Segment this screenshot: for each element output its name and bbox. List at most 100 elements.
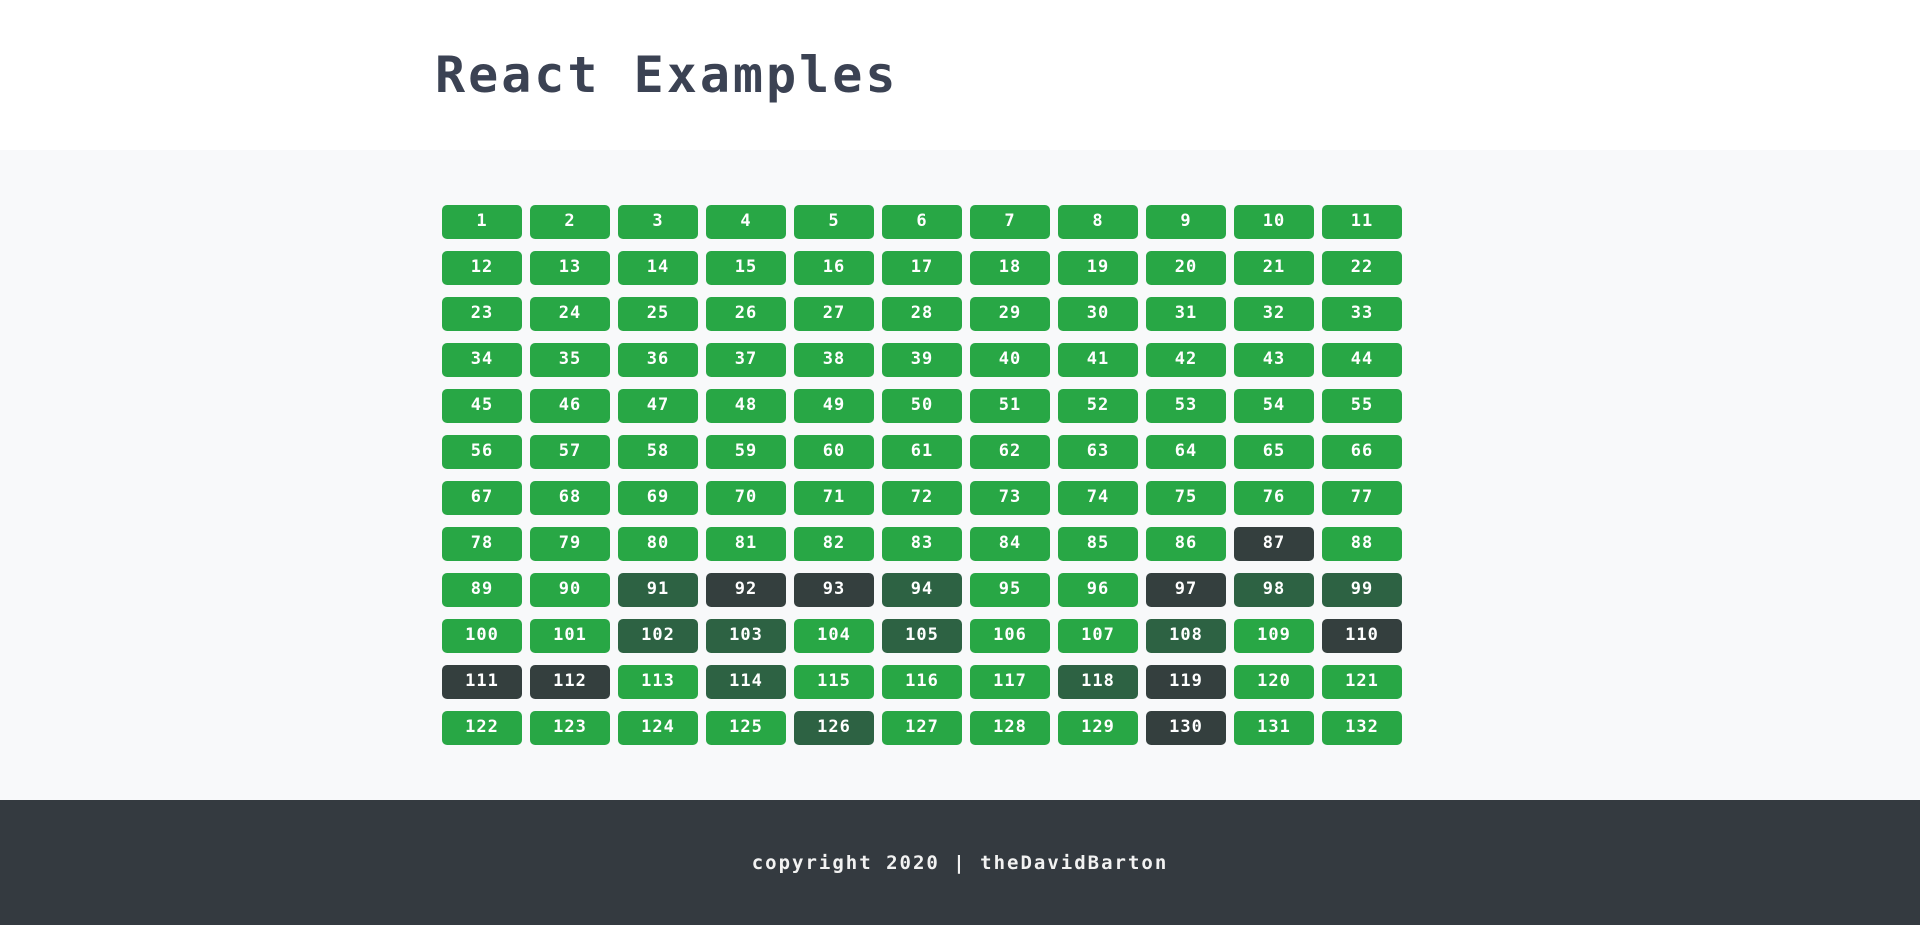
grid-cell[interactable]: 117 — [970, 665, 1050, 699]
grid-cell[interactable]: 80 — [618, 527, 698, 561]
grid-cell[interactable]: 87 — [1234, 527, 1314, 561]
grid-cell[interactable]: 13 — [530, 251, 610, 285]
grid-cell[interactable]: 121 — [1322, 665, 1402, 699]
grid-cell[interactable]: 9 — [1146, 205, 1226, 239]
grid-cell[interactable]: 54 — [1234, 389, 1314, 423]
grid-cell[interactable]: 131 — [1234, 711, 1314, 745]
grid-cell[interactable]: 36 — [618, 343, 698, 377]
grid-cell[interactable]: 26 — [706, 297, 786, 331]
grid-cell[interactable]: 20 — [1146, 251, 1226, 285]
grid-cell[interactable]: 3 — [618, 205, 698, 239]
grid-cell[interactable]: 32 — [1234, 297, 1314, 331]
grid-cell[interactable]: 45 — [442, 389, 522, 423]
grid-cell[interactable]: 106 — [970, 619, 1050, 653]
grid-cell[interactable]: 5 — [794, 205, 874, 239]
grid-cell[interactable]: 7 — [970, 205, 1050, 239]
grid-cell[interactable]: 15 — [706, 251, 786, 285]
grid-cell[interactable]: 31 — [1146, 297, 1226, 331]
grid-cell[interactable]: 70 — [706, 481, 786, 515]
grid-cell[interactable]: 53 — [1146, 389, 1226, 423]
grid-cell[interactable]: 89 — [442, 573, 522, 607]
grid-cell[interactable]: 58 — [618, 435, 698, 469]
grid-cell[interactable]: 115 — [794, 665, 874, 699]
grid-cell[interactable]: 92 — [706, 573, 786, 607]
grid-cell[interactable]: 90 — [530, 573, 610, 607]
grid-cell[interactable]: 27 — [794, 297, 874, 331]
grid-cell[interactable]: 123 — [530, 711, 610, 745]
grid-cell[interactable]: 21 — [1234, 251, 1314, 285]
grid-cell[interactable]: 19 — [1058, 251, 1138, 285]
grid-cell[interactable]: 6 — [882, 205, 962, 239]
grid-cell[interactable]: 1 — [442, 205, 522, 239]
grid-cell[interactable]: 130 — [1146, 711, 1226, 745]
grid-cell[interactable]: 114 — [706, 665, 786, 699]
grid-cell[interactable]: 25 — [618, 297, 698, 331]
grid-cell[interactable]: 119 — [1146, 665, 1226, 699]
grid-cell[interactable]: 65 — [1234, 435, 1314, 469]
grid-cell[interactable]: 104 — [794, 619, 874, 653]
grid-cell[interactable]: 99 — [1322, 573, 1402, 607]
grid-cell[interactable]: 88 — [1322, 527, 1402, 561]
grid-cell[interactable]: 108 — [1146, 619, 1226, 653]
grid-cell[interactable]: 105 — [882, 619, 962, 653]
grid-cell[interactable]: 16 — [794, 251, 874, 285]
grid-cell[interactable]: 95 — [970, 573, 1050, 607]
grid-cell[interactable]: 91 — [618, 573, 698, 607]
grid-cell[interactable]: 78 — [442, 527, 522, 561]
grid-cell[interactable]: 12 — [442, 251, 522, 285]
grid-cell[interactable]: 23 — [442, 297, 522, 331]
grid-cell[interactable]: 103 — [706, 619, 786, 653]
grid-cell[interactable]: 46 — [530, 389, 610, 423]
grid-cell[interactable]: 84 — [970, 527, 1050, 561]
grid-cell[interactable]: 17 — [882, 251, 962, 285]
grid-cell[interactable]: 2 — [530, 205, 610, 239]
grid-cell[interactable]: 85 — [1058, 527, 1138, 561]
grid-cell[interactable]: 51 — [970, 389, 1050, 423]
grid-cell[interactable]: 57 — [530, 435, 610, 469]
grid-cell[interactable]: 61 — [882, 435, 962, 469]
grid-cell[interactable]: 11 — [1322, 205, 1402, 239]
grid-cell[interactable]: 79 — [530, 527, 610, 561]
grid-cell[interactable]: 44 — [1322, 343, 1402, 377]
grid-cell[interactable]: 94 — [882, 573, 962, 607]
grid-cell[interactable]: 86 — [1146, 527, 1226, 561]
grid-cell[interactable]: 24 — [530, 297, 610, 331]
grid-cell[interactable]: 118 — [1058, 665, 1138, 699]
grid-cell[interactable]: 127 — [882, 711, 962, 745]
grid-cell[interactable]: 62 — [970, 435, 1050, 469]
grid-cell[interactable]: 14 — [618, 251, 698, 285]
grid-cell[interactable]: 75 — [1146, 481, 1226, 515]
grid-cell[interactable]: 52 — [1058, 389, 1138, 423]
grid-cell[interactable]: 126 — [794, 711, 874, 745]
grid-cell[interactable]: 74 — [1058, 481, 1138, 515]
grid-cell[interactable]: 128 — [970, 711, 1050, 745]
grid-cell[interactable]: 77 — [1322, 481, 1402, 515]
grid-cell[interactable]: 113 — [618, 665, 698, 699]
grid-cell[interactable]: 8 — [1058, 205, 1138, 239]
grid-cell[interactable]: 98 — [1234, 573, 1314, 607]
grid-cell[interactable]: 109 — [1234, 619, 1314, 653]
grid-cell[interactable]: 132 — [1322, 711, 1402, 745]
grid-cell[interactable]: 101 — [530, 619, 610, 653]
grid-cell[interactable]: 10 — [1234, 205, 1314, 239]
grid-cell[interactable]: 67 — [442, 481, 522, 515]
grid-cell[interactable]: 37 — [706, 343, 786, 377]
grid-cell[interactable]: 49 — [794, 389, 874, 423]
grid-cell[interactable]: 97 — [1146, 573, 1226, 607]
grid-cell[interactable]: 33 — [1322, 297, 1402, 331]
grid-cell[interactable]: 125 — [706, 711, 786, 745]
grid-cell[interactable]: 48 — [706, 389, 786, 423]
grid-cell[interactable]: 81 — [706, 527, 786, 561]
grid-cell[interactable]: 76 — [1234, 481, 1314, 515]
grid-cell[interactable]: 42 — [1146, 343, 1226, 377]
grid-cell[interactable]: 4 — [706, 205, 786, 239]
grid-cell[interactable]: 30 — [1058, 297, 1138, 331]
grid-cell[interactable]: 112 — [530, 665, 610, 699]
grid-cell[interactable]: 72 — [882, 481, 962, 515]
grid-cell[interactable]: 22 — [1322, 251, 1402, 285]
grid-cell[interactable]: 82 — [794, 527, 874, 561]
grid-cell[interactable]: 116 — [882, 665, 962, 699]
grid-cell[interactable]: 64 — [1146, 435, 1226, 469]
grid-cell[interactable]: 69 — [618, 481, 698, 515]
grid-cell[interactable]: 56 — [442, 435, 522, 469]
